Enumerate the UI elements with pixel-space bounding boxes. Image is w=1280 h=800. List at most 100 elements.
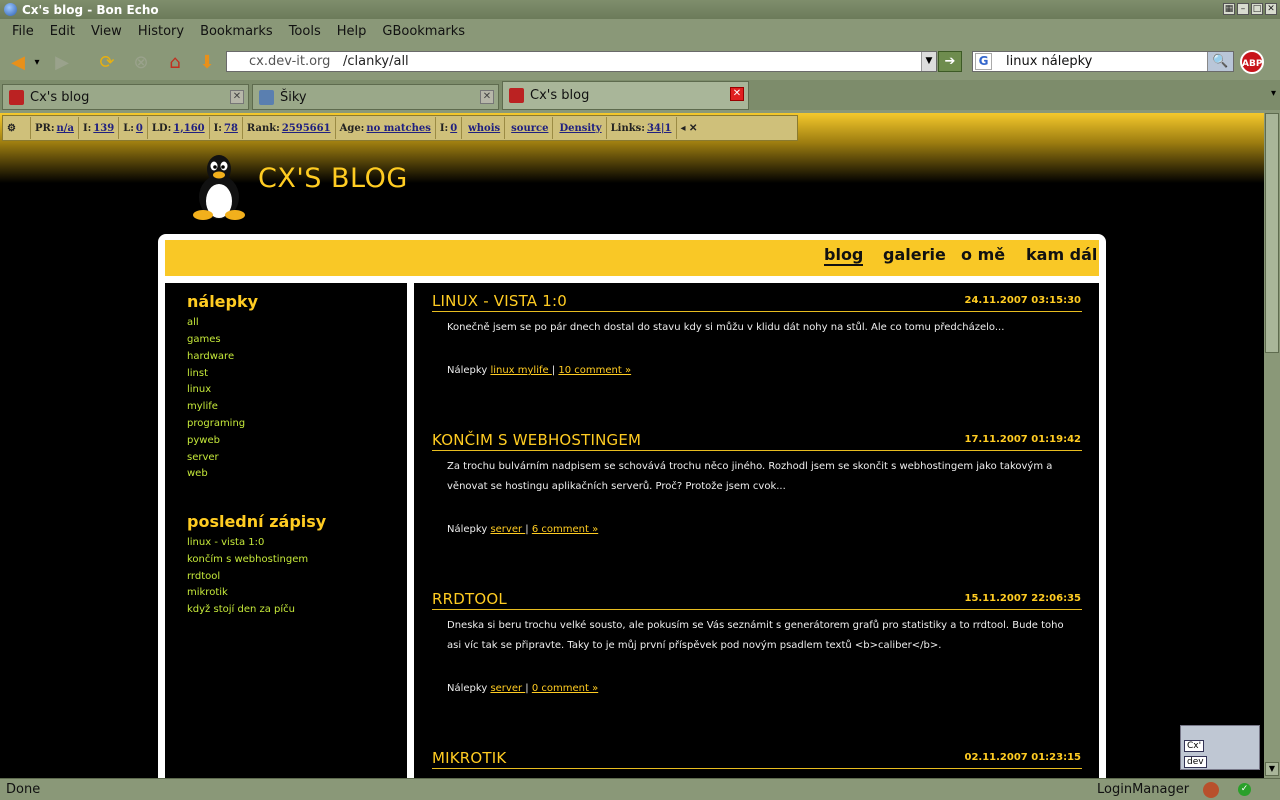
blog-title[interactable]: CX'S BLOG xyxy=(258,163,408,194)
search-input[interactable]: linux nálepky xyxy=(1006,54,1092,69)
sidebar-tag-linux[interactable]: linux xyxy=(187,384,211,395)
seo-yahoo-links[interactable]: L: 0 xyxy=(119,117,148,139)
status-ok-check-icon[interactable]: ✓ xyxy=(1238,783,1251,796)
seo-menu-icon[interactable]: ⚙ xyxy=(3,117,31,139)
menu-tools[interactable]: Tools xyxy=(289,24,321,39)
stop-icon[interactable]: ⊗ xyxy=(129,50,153,74)
seo-whois[interactable]: whois xyxy=(462,117,506,139)
sidebar-tag-pyweb[interactable]: pyweb xyxy=(187,435,220,446)
download-arrow-icon[interactable]: ⬇ xyxy=(195,50,219,74)
tab-cxs-blog-1[interactable]: Cx's blog ✕ xyxy=(2,84,249,110)
tab-label: Šiky xyxy=(280,89,307,105)
go-arrow-icon[interactable]: ➔ xyxy=(938,51,962,72)
nav-galerie[interactable]: galerie xyxy=(883,245,946,264)
post-comments-link[interactable]: 0 comment » xyxy=(532,683,598,694)
home-icon[interactable]: ⌂ xyxy=(163,50,187,74)
google-engine-icon[interactable]: G xyxy=(975,53,992,70)
menu-file[interactable]: File xyxy=(12,24,34,39)
seo-msn-index[interactable]: I: 78 xyxy=(210,117,243,139)
sidebar-recent-item[interactable]: linux - vista 1:0 xyxy=(187,537,264,548)
login-manager-label[interactable]: LoginManager xyxy=(1097,782,1189,797)
adblock-plus-icon[interactable]: ABP xyxy=(1240,50,1264,74)
seo-google-index[interactable]: I: 139 xyxy=(79,117,120,139)
post-tag-link[interactable]: server xyxy=(490,683,525,694)
seo-delicious[interactable]: I: 0 xyxy=(436,117,463,139)
seo-density[interactable]: Density xyxy=(553,117,607,139)
menu-view[interactable]: View xyxy=(91,24,122,39)
tab-favicon-icon xyxy=(259,89,274,105)
menu-gbookmarks[interactable]: GBookmarks xyxy=(382,24,465,39)
post-excerpt: Za trochu bulvárním nadpisem se schovává… xyxy=(447,461,1053,492)
sidebar-tag-all[interactable]: all xyxy=(187,317,199,328)
seo-age[interactable]: Age: no matches xyxy=(336,117,436,139)
post-title[interactable]: RRDTOOL xyxy=(432,590,507,608)
window-close-button[interactable]: ✕ xyxy=(1265,3,1277,15)
post-title[interactable]: MIKROTIK xyxy=(432,749,506,767)
window-shade-button[interactable]: ▦ xyxy=(1223,3,1235,15)
back-history-chevron-icon[interactable]: ▾ xyxy=(30,50,44,74)
sidebar-recent-item[interactable]: když stojí den za píču xyxy=(187,604,295,615)
firebug-icon[interactable] xyxy=(1203,782,1219,798)
url-dropdown-icon[interactable]: ▼ xyxy=(921,52,936,71)
window-title: Cx's blog - Bon Echo xyxy=(22,2,159,17)
badge-line-2: dev xyxy=(1184,756,1207,768)
sidebar-recent-item[interactable]: rrdtool xyxy=(187,571,220,582)
post-comments-link[interactable]: 10 comment » xyxy=(558,365,631,376)
menu-edit[interactable]: Edit xyxy=(50,24,75,39)
nav-o-me[interactable]: o mě xyxy=(961,245,1005,264)
forward-arrow-icon[interactable]: ▶ xyxy=(50,50,74,74)
url-path: /clanky/all xyxy=(343,54,409,69)
sidebar-tag-hardware[interactable]: hardware xyxy=(187,351,234,362)
tab-cxs-blog-active[interactable]: Cx's blog ✕ xyxy=(502,81,749,110)
status-bar: Done LoginManager ✓ xyxy=(0,778,1280,800)
post-tag-link[interactable]: server xyxy=(490,524,525,535)
dev-it-badge[interactable]: Cx' dev xyxy=(1180,725,1260,770)
menu-bookmarks[interactable]: Bookmarks xyxy=(200,24,273,39)
search-bar[interactable]: G linux nálepky 🔍 xyxy=(972,51,1234,72)
post-tag-link[interactable]: linux mylife xyxy=(490,365,551,376)
seo-link-domain[interactable]: LD: 1,160 xyxy=(148,117,210,139)
seo-collapse-icon[interactable]: ◂ ✕ xyxy=(677,117,702,139)
window-controls: ▦ – □ ✕ xyxy=(1223,3,1277,15)
scrollbar-thumb[interactable] xyxy=(1265,113,1279,353)
post-divider xyxy=(432,609,1082,610)
menu-bar: File Edit View History Bookmarks Tools H… xyxy=(0,19,1280,44)
sidebar-tag-mylife[interactable]: mylife xyxy=(187,401,218,412)
nav-blog[interactable]: blog xyxy=(824,245,864,266)
menu-help[interactable]: Help xyxy=(337,24,367,39)
menu-history[interactable]: History xyxy=(138,24,184,39)
reload-icon[interactable]: ⟳ xyxy=(95,50,119,74)
post-title[interactable]: KONČIM S WEBHOSTINGEM xyxy=(432,431,641,449)
tab-siky[interactable]: Šiky ✕ xyxy=(252,84,499,110)
post-tags: Nálepky server | 0 comment » xyxy=(447,683,599,694)
tab-close-icon[interactable]: ✕ xyxy=(480,90,494,104)
scroll-down-icon[interactable]: ▼ xyxy=(1265,762,1279,776)
sidebar-tag-linst[interactable]: linst xyxy=(187,368,208,379)
tab-close-icon[interactable]: ✕ xyxy=(730,87,744,101)
seo-links[interactable]: Links: 34|1 xyxy=(607,117,677,139)
nav-kam-dal[interactable]: kam dál xyxy=(1026,245,1097,264)
tab-close-icon[interactable]: ✕ xyxy=(230,90,244,104)
post-tags-label: Nálepky xyxy=(447,365,488,376)
post-date: 24.11.2007 03:15:30 xyxy=(964,295,1082,306)
sidebar-tag-games[interactable]: games xyxy=(187,334,221,345)
tab-list-chevron-icon[interactable]: ▾ xyxy=(1271,88,1276,99)
sidebar-recent-item[interactable]: končím s webhostingem xyxy=(187,554,308,565)
url-bar[interactable]: cx.dev-it.org /clanky/all ▼ xyxy=(226,51,937,72)
window-minimize-button[interactable]: – xyxy=(1237,3,1249,15)
window-maximize-button[interactable]: □ xyxy=(1251,3,1263,15)
url-host: cx.dev-it.org xyxy=(249,54,331,69)
back-arrow-icon[interactable]: ◀ xyxy=(6,50,30,74)
sidebar-tag-web[interactable]: web xyxy=(187,468,208,479)
sidebar-tag-programing[interactable]: programing xyxy=(187,418,245,429)
sidebar-recent-item[interactable]: mikrotik xyxy=(187,587,228,598)
main-nav-strip xyxy=(165,240,1099,276)
post-title[interactable]: LINUX - VISTA 1:0 xyxy=(432,292,567,310)
page-scrollbar[interactable]: ▼ xyxy=(1264,113,1280,778)
sidebar-tag-server[interactable]: server xyxy=(187,452,219,463)
search-magnifier-icon[interactable]: 🔍 xyxy=(1207,52,1233,71)
post-comments-link[interactable]: 6 comment » xyxy=(532,524,598,535)
seo-pagerank[interactable]: PR: n/a xyxy=(31,117,79,139)
seo-source[interactable]: source xyxy=(505,117,554,139)
seo-alexa-rank[interactable]: Rank: 2595661 xyxy=(243,117,336,139)
